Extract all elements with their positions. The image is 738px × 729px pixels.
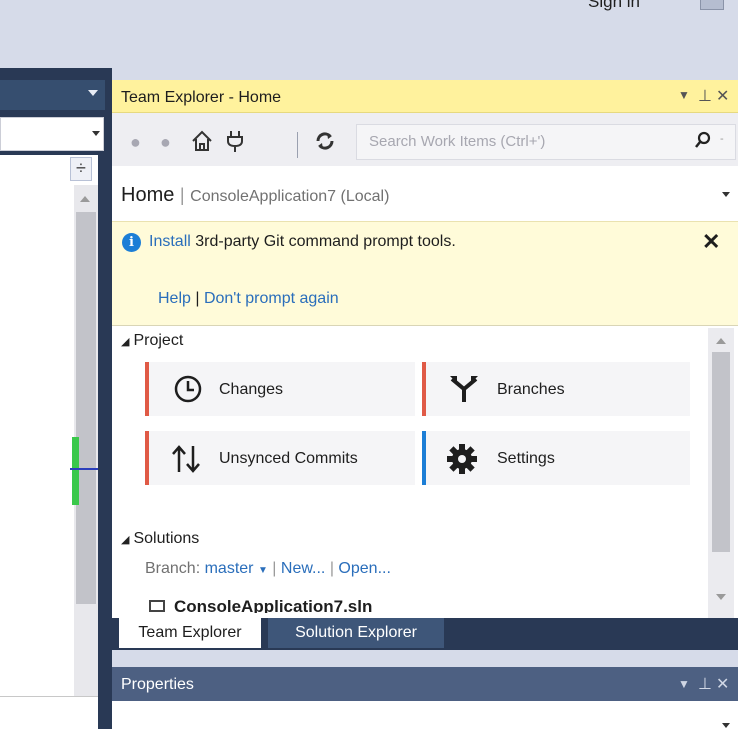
scroll-up-icon[interactable] [716,338,726,344]
chevron-down-icon[interactable] [722,723,730,728]
branches-label: Branches [497,381,565,398]
window-menu-icon[interactable]: ▼ [678,677,690,691]
info-icon: i [122,233,141,252]
chevron-down-icon[interactable]: ▼ [258,565,268,576]
solutions-section-header[interactable]: ◢ Solutions [121,530,199,548]
toolbar-separator [297,132,298,158]
pin-icon[interactable]: ⊥ [698,86,712,106]
title-separator: | [179,185,185,205]
unsynced-commits-label: Unsynced Commits [219,450,358,467]
page-title-text: Home [121,184,175,206]
settings-label: Settings [497,450,555,467]
sign-in-link[interactable]: Sign in [588,0,640,12]
section-title: Solutions [133,530,200,547]
project-section-header[interactable]: ◢ Project [121,332,183,350]
notification-message: 3rd-party Git command prompt tools. [190,233,456,250]
change-marker [72,437,79,505]
page-title[interactable]: Home | ConsoleApplication7 (Local) [121,184,389,207]
caret-line-marker [70,468,98,470]
scrollbar-thumb[interactable] [712,352,730,552]
home-icon[interactable] [190,129,214,158]
refresh-icon[interactable] [313,129,337,158]
link-separator: | [190,290,204,307]
properties-title: Properties [121,676,194,693]
tab-solution-explorer[interactable]: Solution Explorer [268,618,444,648]
branch-icon [448,374,480,409]
changes-label: Changes [219,381,284,398]
tile-accent [145,362,149,416]
branch-line: Branch: master ▼ | New... | Open... [145,560,391,577]
collapse-triangle-icon[interactable]: ◢ [121,534,129,546]
sync-arrows-icon [170,444,202,479]
tile-accent [145,431,149,485]
help-link[interactable]: Help [158,290,191,307]
tab-team-explorer[interactable]: Team Explorer [119,618,261,648]
search-placeholder: Search Work Items (Ctrl+') [369,133,546,150]
close-icon[interactable]: ✕ [716,86,729,106]
close-icon[interactable]: ✕ [716,674,729,694]
gear-icon [446,443,478,480]
chevron-down-icon[interactable] [722,192,730,197]
panel-title: Team Explorer - Home [121,89,282,106]
search-icon[interactable] [694,131,712,154]
split-window-icon[interactable]: ÷ [70,157,92,181]
install-link[interactable]: Install [149,233,191,250]
branch-picker[interactable]: master ▼ [205,560,268,577]
new-solution-link[interactable]: New... [281,560,325,577]
solution-file-icon [149,600,165,612]
chevron-down-icon[interactable] [88,90,98,96]
tile-accent [422,431,426,485]
solution-item[interactable]: ConsoleApplication7.sln [174,597,372,613]
pin-icon[interactable]: ⊥ [698,674,712,694]
forward-icon[interactable]: ● [160,132,171,153]
navigation-combo[interactable] [0,117,104,151]
chevron-down-icon[interactable] [92,131,100,136]
search-options-icon[interactable]: - [720,133,724,145]
tile-accent [422,362,426,416]
clock-icon [173,374,203,409]
scroll-up-icon[interactable] [80,196,90,202]
account-icon[interactable] [700,0,724,10]
collapse-triangle-icon[interactable]: ◢ [121,336,129,348]
window-menu-icon[interactable]: ▼ [678,88,690,102]
branch-label: Branch: [145,560,201,577]
section-title: Project [133,332,184,349]
properties-titlebar [112,667,738,701]
properties-panel [112,701,738,729]
dont-prompt-link[interactable]: Don't prompt again [204,290,339,307]
scrollbar-thumb[interactable] [76,212,96,604]
open-solution-link[interactable]: Open... [338,560,390,577]
branch-name[interactable]: master [205,560,254,577]
divider [0,696,98,697]
scroll-down-icon[interactable] [716,594,726,600]
notification-links: Help | Don't prompt again [158,290,339,308]
close-icon[interactable]: ✕ [702,229,720,255]
plug-icon[interactable] [225,129,245,158]
repository-name: ConsoleApplication7 (Local) [190,188,390,205]
back-icon[interactable]: ● [130,132,141,153]
notification-text: Install 3rd-party Git command prompt too… [149,233,456,251]
